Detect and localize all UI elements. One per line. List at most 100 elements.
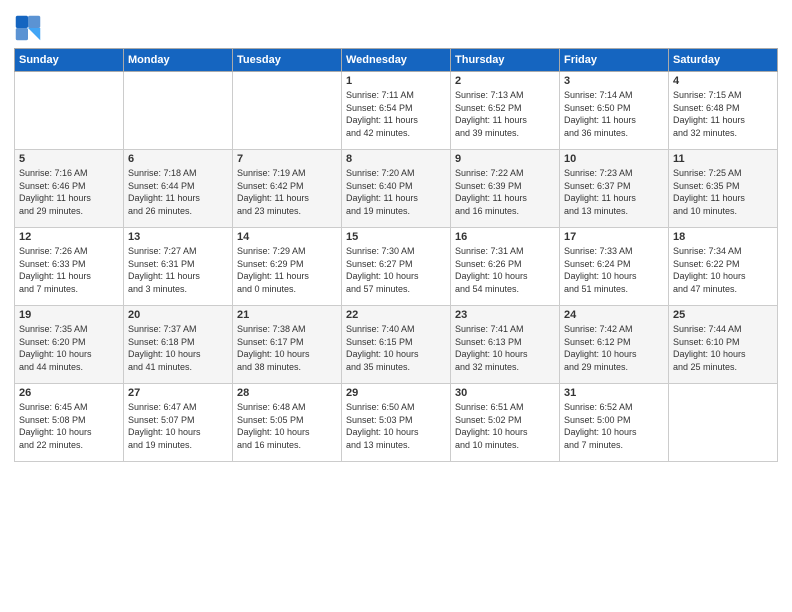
day-info: Sunrise: 7:22 AM Sunset: 6:39 PM Dayligh… [455, 167, 555, 217]
calendar-cell: 23Sunrise: 7:41 AM Sunset: 6:13 PM Dayli… [451, 306, 560, 384]
calendar-cell [669, 384, 778, 462]
weekday-header-wednesday: Wednesday [342, 49, 451, 72]
calendar-cell: 31 Sunrise: 6:52 AM Sunset: 5:00 PM Dayli… [560, 384, 669, 462]
day-number: 5 [19, 153, 119, 165]
day-info: Sunrise: 7:19 AM Sunset: 6:42 PM Dayligh… [237, 167, 337, 217]
calendar-cell: 9 Sunrise: 7:22 AM Sunset: 6:39 PM Daylig… [451, 150, 560, 228]
day-number: 10 [564, 153, 664, 165]
day-number: 30 [455, 387, 555, 399]
calendar-cell: 11Sunrise: 7:25 AM Sunset: 6:35 PM Dayli… [669, 150, 778, 228]
calendar-cell: 18 Sunrise: 7:34 AM Sunset: 6:22 PM Dayli… [669, 228, 778, 306]
day-number: 22 [346, 309, 446, 321]
calendar-table: SundayMondayTuesdayWednesdayThursdayFrid… [14, 48, 778, 462]
day-info: Sunrise: 7:25 AM Sunset: 6:35 PM Dayligh… [673, 167, 773, 217]
day-info: Sunrise: 7:44 AM Sunset: 6:10 PM Dayligh… [673, 323, 773, 373]
calendar-cell: 26 Sunrise: 6:45 AM Sunset: 5:08 PM Dayli… [15, 384, 124, 462]
calendar-week-4: 19 Sunrise: 7:35 AM Sunset: 6:20 PM Dayli… [15, 306, 778, 384]
day-info: Sunrise: 6:45 AM Sunset: 5:08 PM Dayligh… [19, 401, 119, 451]
calendar-cell [124, 72, 233, 150]
day-number: 18 [673, 231, 773, 243]
day-number: 7 [237, 153, 337, 165]
calendar-cell: 2 Sunrise: 7:13 AM Sunset: 6:52 PM Daylig… [451, 72, 560, 150]
day-number: 29 [346, 387, 446, 399]
calendar-cell: 20 Sunrise: 7:37 AM Sunset: 6:18 PM Dayli… [124, 306, 233, 384]
calendar-cell: 13 Sunrise: 7:27 AM Sunset: 6:31 PM Dayli… [124, 228, 233, 306]
day-info: Sunrise: 7:31 AM Sunset: 6:26 PM Dayligh… [455, 245, 555, 295]
calendar-cell: 4 Sunrise: 7:15 AM Sunset: 6:48 PM Daylig… [669, 72, 778, 150]
calendar-week-1: 1 Sunrise: 7:11 AM Sunset: 6:54 PM Daylig… [15, 72, 778, 150]
day-info: Sunrise: 6:48 AM Sunset: 5:05 PM Dayligh… [237, 401, 337, 451]
day-info: Sunrise: 7:34 AM Sunset: 6:22 PM Dayligh… [673, 245, 773, 295]
calendar-cell: 15Sunrise: 7:30 AM Sunset: 6:27 PM Dayli… [342, 228, 451, 306]
day-info: Sunrise: 7:30 AM Sunset: 6:27 PM Dayligh… [346, 245, 446, 295]
day-number: 23 [455, 309, 555, 321]
day-number: 19 [19, 309, 119, 321]
day-info: Sunrise: 7:23 AM Sunset: 6:37 PM Dayligh… [564, 167, 664, 217]
day-info: Sunrise: 7:37 AM Sunset: 6:18 PM Dayligh… [128, 323, 228, 373]
calendar-cell [233, 72, 342, 150]
logo [14, 14, 46, 42]
day-info: Sunrise: 7:38 AM Sunset: 6:17 PM Dayligh… [237, 323, 337, 373]
day-number: 2 [455, 75, 555, 87]
calendar-cell: 14 Sunrise: 7:29 AM Sunset: 6:29 PM Dayli… [233, 228, 342, 306]
calendar-cell: 27Sunrise: 6:47 AM Sunset: 5:07 PM Dayli… [124, 384, 233, 462]
day-info: Sunrise: 7:35 AM Sunset: 6:20 PM Dayligh… [19, 323, 119, 373]
calendar-cell: 1 Sunrise: 7:11 AM Sunset: 6:54 PM Daylig… [342, 72, 451, 150]
day-info: Sunrise: 7:14 AM Sunset: 6:50 PM Dayligh… [564, 89, 664, 139]
day-number: 25 [673, 309, 773, 321]
main-container: SundayMondayTuesdayWednesdayThursdayFrid… [0, 0, 792, 470]
day-info: Sunrise: 6:51 AM Sunset: 5:02 PM Dayligh… [455, 401, 555, 451]
day-number: 8 [346, 153, 446, 165]
day-info: Sunrise: 6:47 AM Sunset: 5:07 PM Dayligh… [128, 401, 228, 451]
calendar-week-5: 26 Sunrise: 6:45 AM Sunset: 5:08 PM Dayli… [15, 384, 778, 462]
day-info: Sunrise: 7:20 AM Sunset: 6:40 PM Dayligh… [346, 167, 446, 217]
day-number: 3 [564, 75, 664, 87]
header-row [14, 10, 778, 42]
calendar-cell: 8 Sunrise: 7:20 AM Sunset: 6:40 PM Daylig… [342, 150, 451, 228]
calendar-cell: 24Sunrise: 7:42 AM Sunset: 6:12 PM Dayli… [560, 306, 669, 384]
day-info: Sunrise: 7:42 AM Sunset: 6:12 PM Dayligh… [564, 323, 664, 373]
logo-icon [14, 14, 42, 42]
day-number: 26 [19, 387, 119, 399]
calendar-cell: 7 Sunrise: 7:19 AM Sunset: 6:42 PM Daylig… [233, 150, 342, 228]
calendar-cell: 25 Sunrise: 7:44 AM Sunset: 6:10 PM Dayli… [669, 306, 778, 384]
day-number: 16 [455, 231, 555, 243]
calendar-cell: 29Sunrise: 6:50 AM Sunset: 5:03 PM Dayli… [342, 384, 451, 462]
calendar-week-3: 12 Sunrise: 7:26 AM Sunset: 6:33 PM Dayli… [15, 228, 778, 306]
calendar-cell: 30 Sunrise: 6:51 AM Sunset: 5:02 PM Dayli… [451, 384, 560, 462]
calendar-cell: 22Sunrise: 7:40 AM Sunset: 6:15 PM Dayli… [342, 306, 451, 384]
calendar-cell: 21 Sunrise: 7:38 AM Sunset: 6:17 PM Dayli… [233, 306, 342, 384]
calendar-week-2: 5 Sunrise: 7:16 AM Sunset: 6:46 PM Daylig… [15, 150, 778, 228]
day-number: 12 [19, 231, 119, 243]
day-info: Sunrise: 6:52 AM Sunset: 5:00 PM Dayligh… [564, 401, 664, 451]
calendar-cell: 28 Sunrise: 6:48 AM Sunset: 5:05 PM Dayli… [233, 384, 342, 462]
day-info: Sunrise: 7:33 AM Sunset: 6:24 PM Dayligh… [564, 245, 664, 295]
day-number: 4 [673, 75, 773, 87]
day-number: 1 [346, 75, 446, 87]
day-number: 14 [237, 231, 337, 243]
weekday-header-friday: Friday [560, 49, 669, 72]
calendar-cell: 17 Sunrise: 7:33 AM Sunset: 6:24 PM Dayli… [560, 228, 669, 306]
day-number: 9 [455, 153, 555, 165]
day-info: Sunrise: 7:11 AM Sunset: 6:54 PM Dayligh… [346, 89, 446, 139]
day-number: 21 [237, 309, 337, 321]
day-info: Sunrise: 7:16 AM Sunset: 6:46 PM Dayligh… [19, 167, 119, 217]
weekday-header-sunday: Sunday [15, 49, 124, 72]
day-info: Sunrise: 7:27 AM Sunset: 6:31 PM Dayligh… [128, 245, 228, 295]
weekday-header-row: SundayMondayTuesdayWednesdayThursdayFrid… [15, 49, 778, 72]
weekday-header-saturday: Saturday [669, 49, 778, 72]
day-info: Sunrise: 7:18 AM Sunset: 6:44 PM Dayligh… [128, 167, 228, 217]
day-info: Sunrise: 7:26 AM Sunset: 6:33 PM Dayligh… [19, 245, 119, 295]
day-number: 28 [237, 387, 337, 399]
day-number: 31 [564, 387, 664, 399]
calendar-cell: 10 Sunrise: 7:23 AM Sunset: 6:37 PM Dayli… [560, 150, 669, 228]
weekday-header-monday: Monday [124, 49, 233, 72]
day-info: Sunrise: 7:15 AM Sunset: 6:48 PM Dayligh… [673, 89, 773, 139]
calendar-cell: 16 Sunrise: 7:31 AM Sunset: 6:26 PM Dayli… [451, 228, 560, 306]
day-info: Sunrise: 7:29 AM Sunset: 6:29 PM Dayligh… [237, 245, 337, 295]
day-info: Sunrise: 7:13 AM Sunset: 6:52 PM Dayligh… [455, 89, 555, 139]
calendar-cell: 12 Sunrise: 7:26 AM Sunset: 6:33 PM Dayli… [15, 228, 124, 306]
day-number: 20 [128, 309, 228, 321]
day-number: 17 [564, 231, 664, 243]
day-number: 13 [128, 231, 228, 243]
